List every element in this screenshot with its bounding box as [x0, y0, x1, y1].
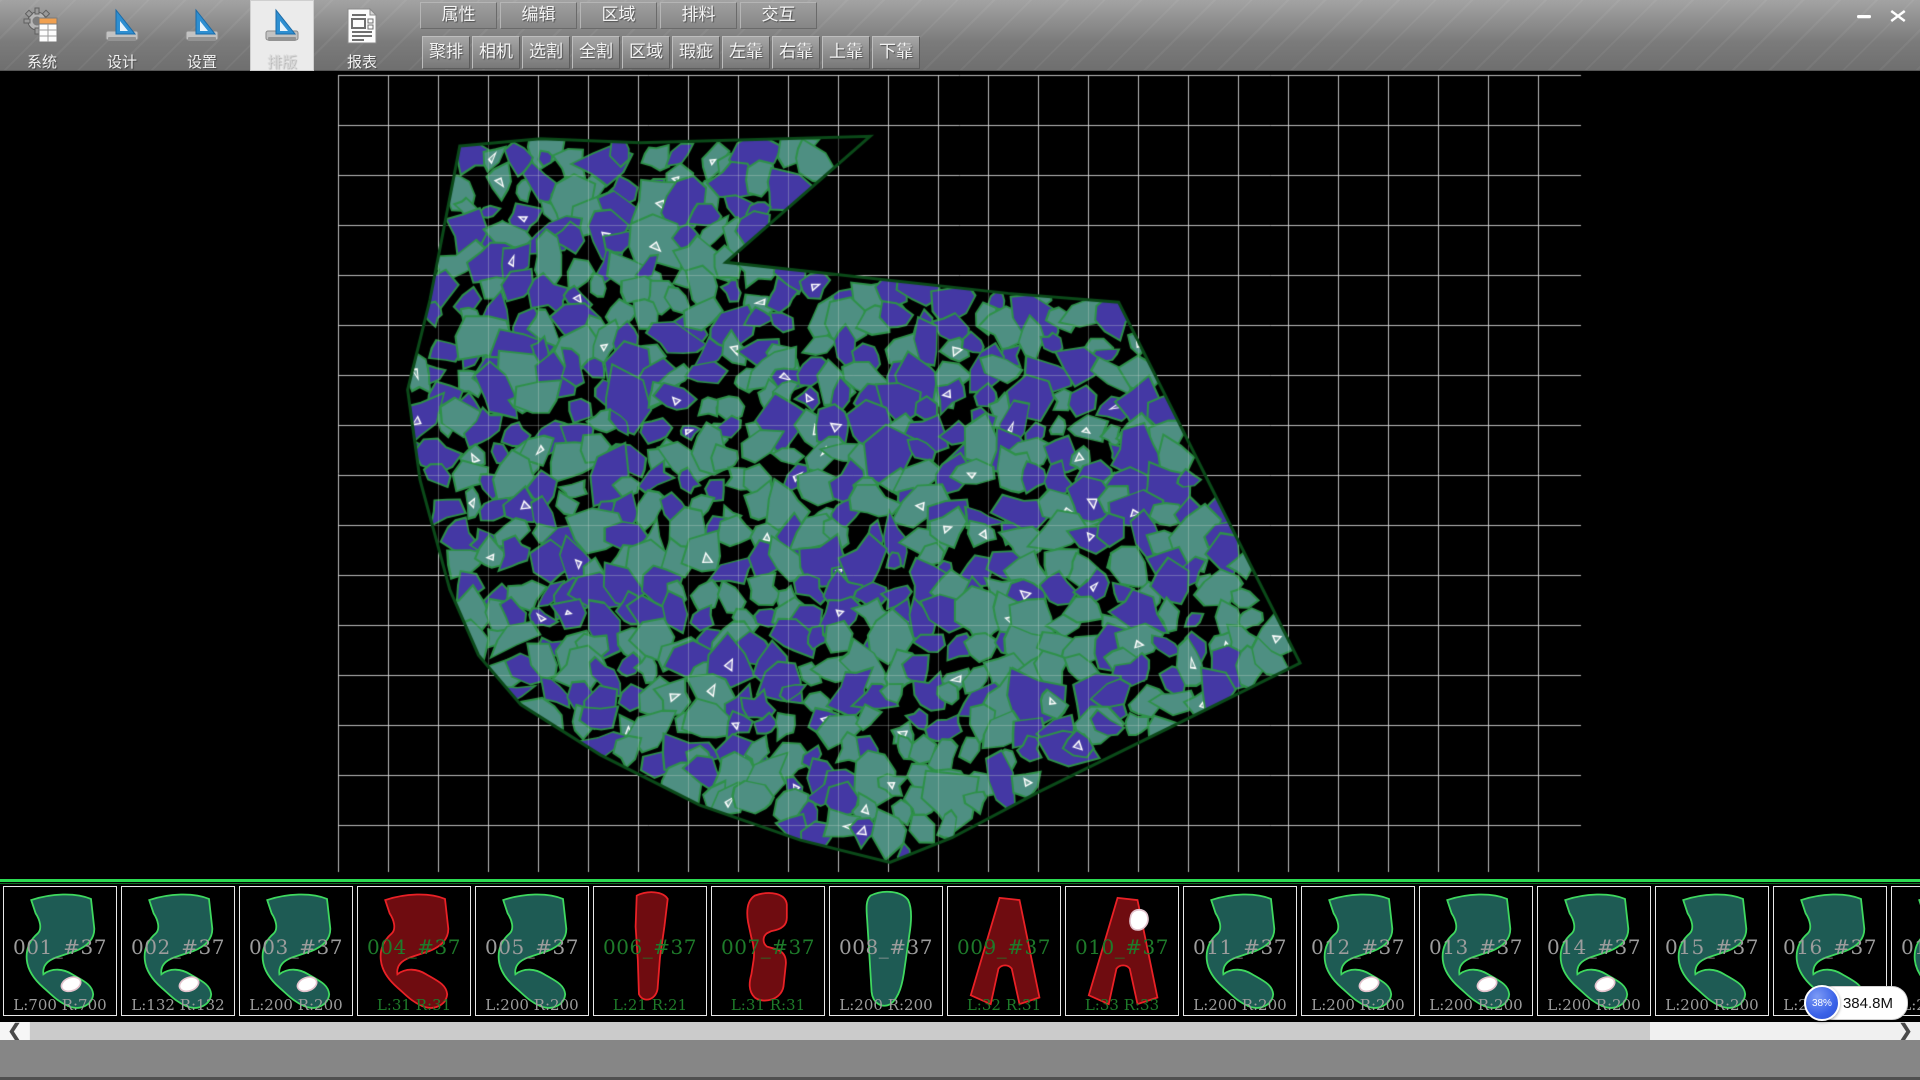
- action-button-10[interactable]: 下靠: [872, 36, 920, 69]
- piece-lr-label: L:32 R:31: [948, 996, 1060, 1014]
- thumbnail-cell-4[interactable]: 004_#37 L:31 R:31: [357, 886, 471, 1016]
- memory-percent-circle: 38%: [1804, 985, 1840, 1021]
- piece-lr-label: L:200 R:200: [1420, 996, 1532, 1014]
- scrollbar-thumb[interactable]: [30, 1022, 1650, 1040]
- toolbar-tab-3[interactable]: 设置: [170, 0, 234, 71]
- thumbnail-cell-9[interactable]: 009_#37 L:32 R:31: [947, 886, 1061, 1016]
- piece-id-label: 002_#37: [122, 935, 234, 959]
- thumbnail-cell-8[interactable]: 008_#37 L:200 R:200: [829, 886, 943, 1016]
- thumbnail-cells: 001_#37 L:700 R:700 002_#37 L:132 R:132 003_…: [3, 886, 1920, 1016]
- action-button-3[interactable]: 选割: [522, 36, 570, 69]
- toolbar-tab-4[interactable]: 排版: [250, 0, 314, 71]
- menu-button-5[interactable]: 交互: [740, 2, 817, 29]
- memory-badge: 38% 384.8M: [1804, 985, 1908, 1021]
- close-button[interactable]: [1884, 5, 1912, 27]
- piece-id-label: 007_#37: [712, 935, 824, 959]
- thumbnail-cell-11[interactable]: 011_#37 L:200 R:200: [1183, 886, 1297, 1016]
- piece-lr-label: L:31 R:31: [712, 996, 824, 1014]
- piece-lr-label: L:200 R:200: [1184, 996, 1296, 1014]
- piece-id-label: 003_#37: [240, 935, 352, 959]
- piece-lr-label: L:700 R:700: [4, 996, 116, 1014]
- piece-lr-label: L:200 R:200: [240, 996, 352, 1014]
- piece-lr-label: L:200 R:200: [1538, 996, 1650, 1014]
- minimize-icon: [1856, 9, 1872, 23]
- thumbnail-cell-2[interactable]: 002_#37 L:132 R:132: [121, 886, 235, 1016]
- toolbar-tab-1[interactable]: 系统: [10, 0, 74, 71]
- action-button-9[interactable]: 上靠: [822, 36, 870, 69]
- piece-lr-label: L:21 R:21: [594, 996, 706, 1014]
- thumbnail-cell-10[interactable]: 010_#37 L:33 R:33: [1065, 886, 1179, 1016]
- piece-lr-label: L:200 R:200: [1656, 996, 1768, 1014]
- set-square-icon: [182, 6, 222, 53]
- menu-button-3[interactable]: 区域: [580, 2, 657, 29]
- thumbnail-cell-1[interactable]: 001_#37 L:700 R:700: [3, 886, 117, 1016]
- report-doc-icon: [342, 6, 382, 53]
- memory-value: 384.8M: [1843, 995, 1893, 1012]
- piece-id-label: 008_#37: [830, 935, 942, 959]
- action-button-7[interactable]: 左靠: [722, 36, 770, 69]
- memory-percent: 38%: [1812, 998, 1832, 1009]
- toolbar: 系统设计设置排版报表 属性编辑区域排料交互 聚排相机选割全割区域瑕疵左靠右靠上靠…: [0, 0, 1920, 71]
- thumbnail-cell-15[interactable]: 015_#37 L:200 R:200: [1655, 886, 1769, 1016]
- piece-id-label: 012_#37: [1302, 935, 1414, 959]
- piece-id-label: 009_#37: [948, 935, 1060, 959]
- piece-id-label: 016_#37: [1774, 935, 1886, 959]
- scroll-right-arrow-icon[interactable]: ❯: [1891, 1022, 1920, 1040]
- bottom-status-bar: [0, 1040, 1920, 1080]
- piece-lr-label: L:33 R:33: [1066, 996, 1178, 1014]
- thumbnail-cell-12[interactable]: 012_#37 L:200 R:200: [1301, 886, 1415, 1016]
- action-button-2[interactable]: 相机: [472, 36, 520, 69]
- toolbar-tab-label: 排版: [267, 53, 297, 71]
- menu-button-4[interactable]: 排料: [660, 2, 737, 29]
- thumbnail-cell-5[interactable]: 005_#37 L:200 R:200: [475, 886, 589, 1016]
- close-icon: [1890, 9, 1906, 23]
- piece-id-label: 017_#37: [1892, 935, 1920, 959]
- horizontal-scrollbar[interactable]: ❮ ❯: [0, 1022, 1920, 1040]
- thumbnail-cell-13[interactable]: 013_#37 L:200 R:200: [1419, 886, 1533, 1016]
- piece-id-label: 014_#37: [1538, 935, 1650, 959]
- piece-id-label: 004_#37: [358, 935, 470, 959]
- thumbnail-cell-3[interactable]: 003_#37 L:200 R:200: [239, 886, 353, 1016]
- app-window: 系统设计设置排版报表 属性编辑区域排料交互 聚排相机选割全割区域瑕疵左靠右靠上靠…: [0, 0, 1920, 1080]
- piece-id-label: 011_#37: [1184, 935, 1296, 959]
- toolbar-tab-5[interactable]: 报表: [330, 0, 394, 71]
- toolbar-tab-label: 设计: [107, 53, 137, 71]
- action-button-6[interactable]: 瑕疵: [672, 36, 720, 69]
- menu-button-1[interactable]: 属性: [420, 2, 497, 29]
- action-button-8[interactable]: 右靠: [772, 36, 820, 69]
- piece-id-label: 010_#37: [1066, 935, 1178, 959]
- action-button-5[interactable]: 区域: [622, 36, 670, 69]
- piece-lr-label: L:200 R:200: [476, 996, 588, 1014]
- thumbnail-cell-6[interactable]: 006_#37 L:21 R:21: [593, 886, 707, 1016]
- piece-id-label: 015_#37: [1656, 935, 1768, 959]
- piece-id-label: 013_#37: [1420, 935, 1532, 959]
- toolbar-tab-label: 系统: [27, 53, 57, 71]
- piece-lr-label: L:132 R:132: [122, 996, 234, 1014]
- menu-button-2[interactable]: 编辑: [500, 2, 577, 29]
- toolbar-tab-2[interactable]: 设计: [90, 0, 154, 71]
- minimize-button[interactable]: [1850, 5, 1878, 27]
- piece-lr-label: L:31 R:31: [358, 996, 470, 1014]
- action-button-4[interactable]: 全割: [572, 36, 620, 69]
- scroll-left-arrow-icon[interactable]: ❮: [0, 1022, 29, 1040]
- piece-id-label: 005_#37: [476, 935, 588, 959]
- piece-lr-label: L:200 R:200: [1302, 996, 1414, 1014]
- toolbar-tab-label: 报表: [347, 53, 377, 71]
- thumbnail-strip: 001_#37 L:700 R:700 002_#37 L:132 R:132 003_…: [0, 879, 1920, 1022]
- set-square-icon: [262, 6, 302, 53]
- thumbnail-cell-7[interactable]: 007_#37 L:31 R:31: [711, 886, 825, 1016]
- piece-lr-label: L:200 R:200: [830, 996, 942, 1014]
- set-square-icon: [102, 6, 142, 53]
- action-button-1[interactable]: 聚排: [422, 36, 470, 69]
- piece-id-label: 001_#37: [4, 935, 116, 959]
- toolbar-tab-label: 设置: [187, 53, 217, 71]
- gear-table-icon: [22, 6, 62, 53]
- thumbnail-cell-14[interactable]: 014_#37 L:200 R:200: [1537, 886, 1651, 1016]
- piece-id-label: 006_#37: [594, 935, 706, 959]
